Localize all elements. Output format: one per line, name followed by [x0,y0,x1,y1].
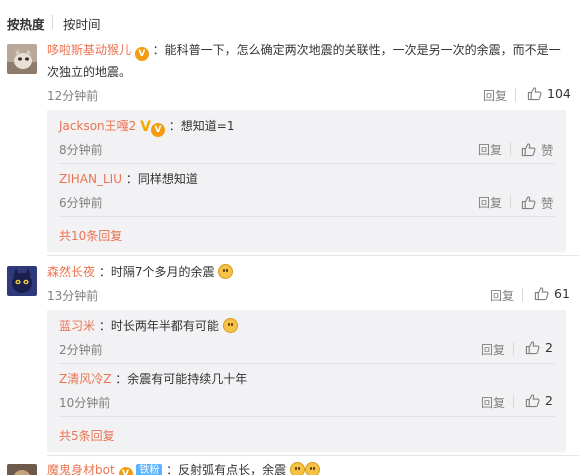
like-button[interactable]: 2 [525,393,553,408]
reply-time: 8分钟前 [59,143,103,157]
thumb-up-icon [521,196,536,210]
reply-divider [59,416,556,417]
sort-bar: 按热度 按时间 [0,0,579,44]
reply-username[interactable]: Z清风冷Z [59,372,111,386]
comment-text-line-2: 次独立的地震。 [47,63,131,81]
thumb-up-icon [534,287,549,301]
comment-text: ：时隔7个多月的余震 [98,265,215,279]
op-divider [510,142,511,156]
reply-button[interactable]: 回复 [478,141,502,158]
like-label: 赞 [541,143,554,158]
thumb-up-icon [521,143,536,157]
comment-username[interactable]: 魔鬼身材bot [47,463,115,475]
like-button[interactable]: 104 [527,86,571,101]
reply-divider [59,163,556,164]
reply-item: 蓝习米 ：时长两年半都有可能 [59,317,238,335]
like-button[interactable]: 赞 [521,193,554,212]
op-divider [510,195,511,209]
vip-icon: V [134,47,149,61]
reply-item: ZIHAN_LIU ：同样想知道 [59,170,198,188]
reply-button[interactable]: 回复 [481,341,505,358]
reply-text: ：时长两年半都有可能 [98,319,219,333]
like-label: 赞 [541,196,554,211]
like-count: 2 [545,340,553,355]
reply-text: ：同样想知道 [125,172,198,186]
avatar[interactable] [7,266,37,296]
reply-button[interactable]: 回复 [481,394,505,411]
reply-button[interactable]: 回复 [483,87,507,104]
reply-item: Jackson王嘎2 VV ：想知道=1 [59,117,234,137]
reply-divider [59,216,556,217]
sort-divider [52,15,53,29]
reply-text: ：余震有可能持续几十年 [115,372,248,386]
reply-button[interactable]: 回复 [490,287,514,304]
comment-time: 12分钟前 [47,89,99,103]
reply-time: 6分钟前 [59,196,103,210]
v-verified-icon: V [140,119,151,135]
reply-username[interactable]: ZIHAN_LIU [59,172,122,186]
reply-text: ：想知道=1 [168,119,235,133]
like-count: 61 [554,286,570,301]
more-replies-link[interactable]: 共10条回复 [59,227,122,244]
op-divider [513,342,514,356]
reply-time: 2分钟前 [59,343,103,357]
comment-text: ：能科普一下，怎么确定两次地震的关联性，一次是另一次的余震，而不是一 [152,43,561,57]
emoji-icon [222,318,238,333]
vip-icon: V [150,123,165,137]
comment-text-continued: 次独立的地震。 [47,65,132,79]
fan-badge: 铁粉 [136,464,163,475]
emoji-icon [290,462,305,475]
avatar[interactable] [7,464,37,475]
vip-icon: V [118,467,133,475]
avatar[interactable] [7,44,37,74]
thumb-up-icon [525,341,540,355]
like-button[interactable]: 赞 [521,140,554,159]
reply-item: Z清风冷Z ：余震有可能持续几十年 [59,370,247,388]
thumb-up-icon [525,394,540,408]
sort-by-time[interactable]: 按时间 [63,14,101,33]
like-count: 104 [547,86,571,101]
comment-text: ：反射弧有点长，余震 [166,463,287,475]
reply-button[interactable]: 回复 [478,194,502,211]
reply-username[interactable]: 蓝习米 [59,319,95,333]
sort-by-hot[interactable]: 按热度 [7,14,45,33]
emoji-icon [218,264,234,279]
comment-divider [47,255,579,256]
reply-time: 10分钟前 [59,396,111,410]
more-replies-link[interactable]: 共5条回复 [59,427,115,444]
comment-divider [47,455,579,456]
op-divider [522,288,523,302]
like-button[interactable]: 2 [525,340,553,355]
comment-username[interactable]: 哆啦斯基动猴儿 [47,43,131,57]
comment-username[interactable]: 森然长夜 [47,265,95,279]
reply-username[interactable]: Jackson王嘎2 [59,119,136,133]
thumb-up-icon [527,87,542,101]
op-divider [515,88,516,102]
comment-text-line-1: 森然长夜 ：时隔7个多月的余震 [47,263,234,281]
comment-text-line-1: 哆啦斯基动猴儿 V ：能科普一下，怎么确定两次地震的关联性，一次是另一次的余震，… [47,41,561,61]
emoji-icon [305,462,320,475]
comment-time: 13分钟前 [47,289,99,303]
op-divider [513,395,514,409]
reply-divider [59,363,556,364]
like-button[interactable]: 61 [534,286,570,301]
comment-text-line-1: 魔鬼身材bot V 铁粉 ：反射弧有点长，余震 [47,461,320,475]
like-count: 2 [545,393,553,408]
